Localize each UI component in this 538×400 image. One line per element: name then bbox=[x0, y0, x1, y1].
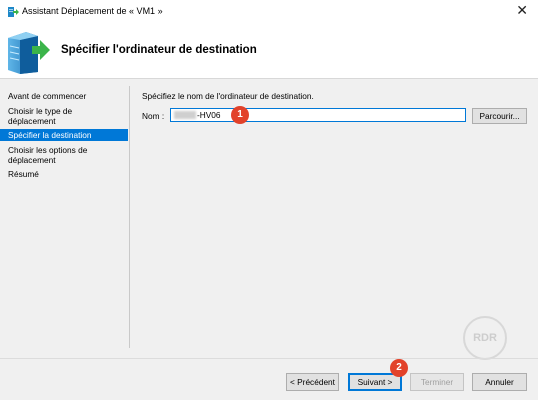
redacted-hostname bbox=[174, 111, 196, 119]
sidebar-divider bbox=[129, 86, 130, 348]
server-arrow-icon bbox=[8, 32, 50, 74]
step-badge-2: 2 bbox=[390, 359, 408, 377]
page-title: Spécifier l'ordinateur de destination bbox=[61, 44, 257, 56]
sidebar-item-summary[interactable]: Résumé bbox=[0, 169, 128, 179]
wizard-app-icon bbox=[8, 7, 19, 17]
close-icon[interactable]: ✕ bbox=[516, 2, 528, 19]
footer-divider bbox=[0, 358, 538, 359]
step-badge-1: 1 bbox=[231, 106, 249, 124]
name-label: Nom : bbox=[142, 111, 165, 121]
finish-button[interactable]: Terminer bbox=[410, 373, 464, 391]
window-title: Assistant Déplacement de « VM1 » bbox=[22, 6, 163, 16]
destination-name-input[interactable]: -HV06 bbox=[170, 108, 466, 122]
browse-button[interactable]: Parcourir... bbox=[472, 108, 527, 124]
sidebar-item-destination[interactable]: Spécifier la destination bbox=[0, 129, 128, 141]
wizard-steps-sidebar: Avant de commencer Choisir le type de dé… bbox=[0, 79, 128, 349]
sidebar-item-before-you-begin[interactable]: Avant de commencer bbox=[0, 91, 128, 101]
destination-description: Spécifiez le nom de l'ordinateur de dest… bbox=[142, 91, 314, 101]
title-bar: Assistant Déplacement de « VM1 » ✕ bbox=[0, 0, 538, 24]
wizard-header: Spécifier l'ordinateur de destination bbox=[0, 24, 538, 79]
cancel-button[interactable]: Annuler bbox=[472, 373, 527, 391]
sidebar-item-move-type[interactable]: Choisir le type de déplacement bbox=[0, 106, 110, 126]
previous-button[interactable]: < Précédent bbox=[286, 373, 339, 391]
destination-name-value: -HV06 bbox=[197, 110, 221, 120]
rdr-watermark-logo: RDR bbox=[463, 316, 507, 360]
sidebar-item-move-options[interactable]: Choisir les options de déplacement bbox=[0, 145, 110, 165]
